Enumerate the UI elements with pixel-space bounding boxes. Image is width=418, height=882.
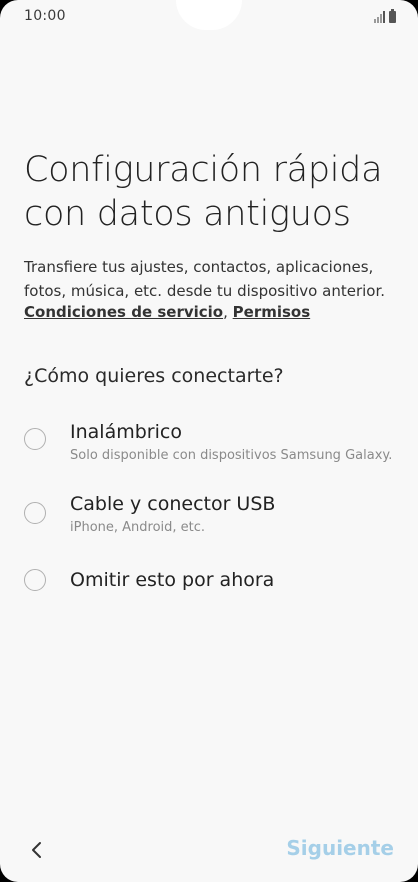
back-button[interactable] <box>22 836 50 864</box>
terms-of-service-link[interactable]: Condiciones de servicio <box>24 303 223 321</box>
permissions-link[interactable]: Permisos <box>233 303 311 321</box>
wireless-radio[interactable] <box>24 428 46 450</box>
description-line-2: fotos, música, etc. desde tu dispositivo… <box>24 282 386 300</box>
signal-icon <box>374 11 385 23</box>
wireless-label: Inalámbrico <box>70 421 182 443</box>
skip-radio[interactable] <box>24 569 46 591</box>
camera-notch <box>176 0 242 30</box>
usb-cable-subtitle: iPhone, Android, etc. <box>70 520 206 535</box>
connection-question: ¿Cómo quieres conectarte? <box>24 365 284 387</box>
wireless-subtitle: Solo disponible con dispositivos Samsung… <box>70 448 393 463</box>
setup-screen: 10:00 Configuración rápida con datos ant… <box>0 0 418 882</box>
page-description: Transfiere tus ajustes, contactos, aplic… <box>24 255 399 303</box>
status-icons <box>374 9 396 23</box>
title-line-2: con datos antiguos <box>24 194 351 234</box>
title-line-1: Configuración rápida <box>24 150 383 190</box>
description-line-1: Transfiere tus ajustes, contactos, aplic… <box>24 258 374 276</box>
battery-icon <box>389 9 396 23</box>
page-title: Configuración rápida con datos antiguos <box>24 148 404 236</box>
option-usb-cable[interactable]: Cable y conector USB iPhone, Android, et… <box>22 491 402 551</box>
status-bar: 10:00 <box>0 0 418 32</box>
usb-cable-radio[interactable] <box>24 502 46 524</box>
status-time: 10:00 <box>24 8 66 24</box>
option-wireless[interactable]: Inalámbrico Solo disponible con disposit… <box>22 419 402 479</box>
legal-links: Condiciones de servicio, Permisos <box>24 300 310 324</box>
option-skip[interactable]: Omitir esto por ahora <box>22 567 402 597</box>
next-button[interactable]: Siguiente <box>286 836 394 860</box>
chevron-left-icon <box>32 842 41 858</box>
links-separator: , <box>223 303 233 321</box>
usb-cable-label: Cable y conector USB <box>70 493 276 515</box>
skip-label: Omitir esto por ahora <box>70 569 275 591</box>
